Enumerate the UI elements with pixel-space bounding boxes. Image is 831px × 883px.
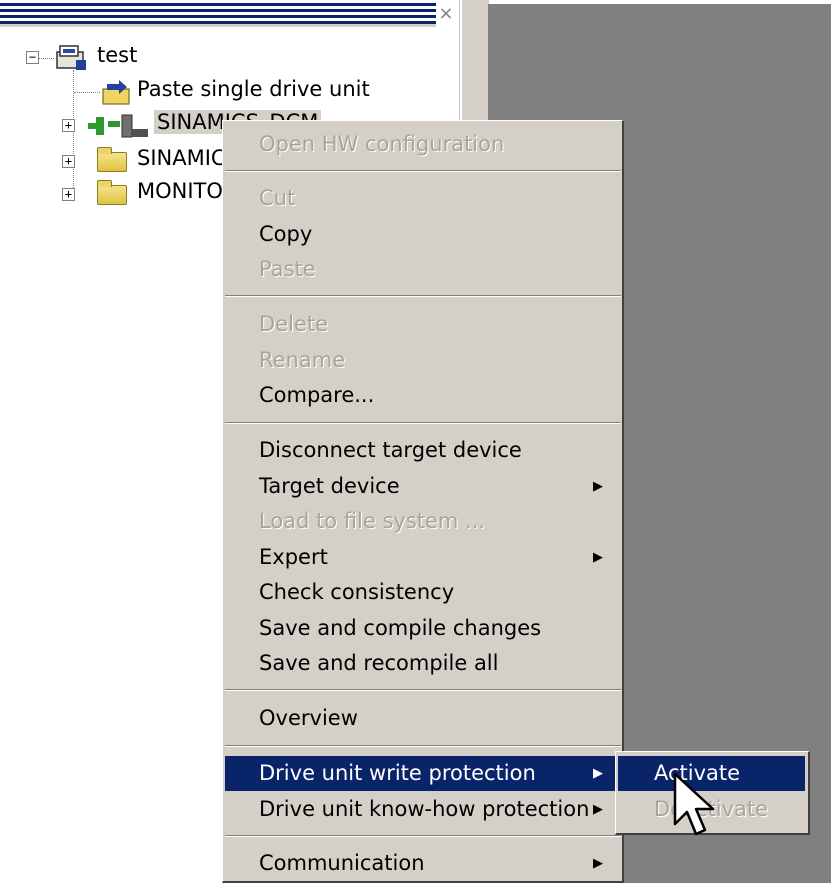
menu-item-label: Expert [259, 545, 328, 569]
submenu-arrow-icon: ▶ [593, 479, 603, 494]
menu-item-rename[interactable]: Rename [225, 343, 621, 378]
expand-toggle[interactable]: + [62, 155, 75, 168]
menu-item-label: Communication [259, 851, 425, 875]
menu-separator [225, 170, 621, 172]
menu-separator [225, 689, 621, 691]
project-icon [56, 45, 86, 70]
expand-toggle[interactable]: + [62, 119, 75, 132]
menu-item-know-how-protection[interactable]: Drive unit know-how protection ▶ [225, 792, 621, 827]
collapse-toggle[interactable]: − [26, 51, 39, 64]
menu-separator [225, 835, 621, 837]
menu-item-cut[interactable]: Cut [225, 181, 621, 216]
submenu-arrow-icon: ▶ [593, 802, 603, 817]
drive-unit-icon [88, 114, 148, 138]
tree-connector [74, 92, 100, 93]
menu-item-communication[interactable]: Communication ▶ [225, 846, 621, 881]
menu-separator [225, 745, 621, 747]
menu-item-overview[interactable]: Overview [225, 701, 621, 736]
menu-item-label: Drive unit write protection [259, 761, 536, 785]
menu-separator [225, 295, 621, 297]
menu-item-paste[interactable]: Paste [225, 252, 621, 287]
menu-item-label: Drive unit know-how protection [259, 797, 590, 821]
menu-item-write-protection[interactable]: Drive unit write protection ▶ [225, 756, 621, 791]
mouse-cursor-icon [673, 772, 715, 836]
menu-item-compare[interactable]: Compare... [225, 378, 621, 413]
submenu-arrow-icon: ▶ [593, 766, 603, 781]
menu-item-label: Target device [259, 474, 400, 498]
paste-icon [102, 80, 130, 105]
menu-item-check-consistency[interactable]: Check consistency [225, 575, 621, 610]
menu-item-copy[interactable]: Copy [225, 217, 621, 252]
submenu-arrow-icon: ▶ [593, 856, 603, 871]
menu-item-disconnect[interactable]: Disconnect target device [225, 433, 621, 468]
menu-item-open-hw-config[interactable]: Open HW configuration [225, 127, 621, 162]
menu-item-save-recompile-all[interactable]: Save and recompile all [225, 646, 621, 681]
folder-icon [97, 180, 127, 205]
expand-toggle[interactable]: + [62, 188, 75, 201]
menu-item-delete[interactable]: Delete [225, 307, 621, 342]
menu-item-target-device[interactable]: Target device ▶ [225, 469, 621, 504]
menu-item-load-to-file-system[interactable]: Load to file system ... [225, 504, 621, 539]
context-menu: Open HW configuration Cut Copy Paste Del… [222, 120, 624, 883]
submenu-arrow-icon: ▶ [593, 550, 603, 565]
close-icon[interactable]: × [437, 4, 455, 24]
tree-item-root[interactable]: test [97, 43, 137, 67]
menu-separator [225, 422, 621, 424]
menu-item-expert[interactable]: Expert ▶ [225, 540, 621, 575]
tree-item-paste[interactable]: Paste single drive unit [137, 77, 370, 101]
panel-titlebar[interactable] [0, 0, 436, 27]
menu-item-save-compile-changes[interactable]: Save and compile changes [225, 611, 621, 646]
folder-icon [97, 147, 127, 172]
